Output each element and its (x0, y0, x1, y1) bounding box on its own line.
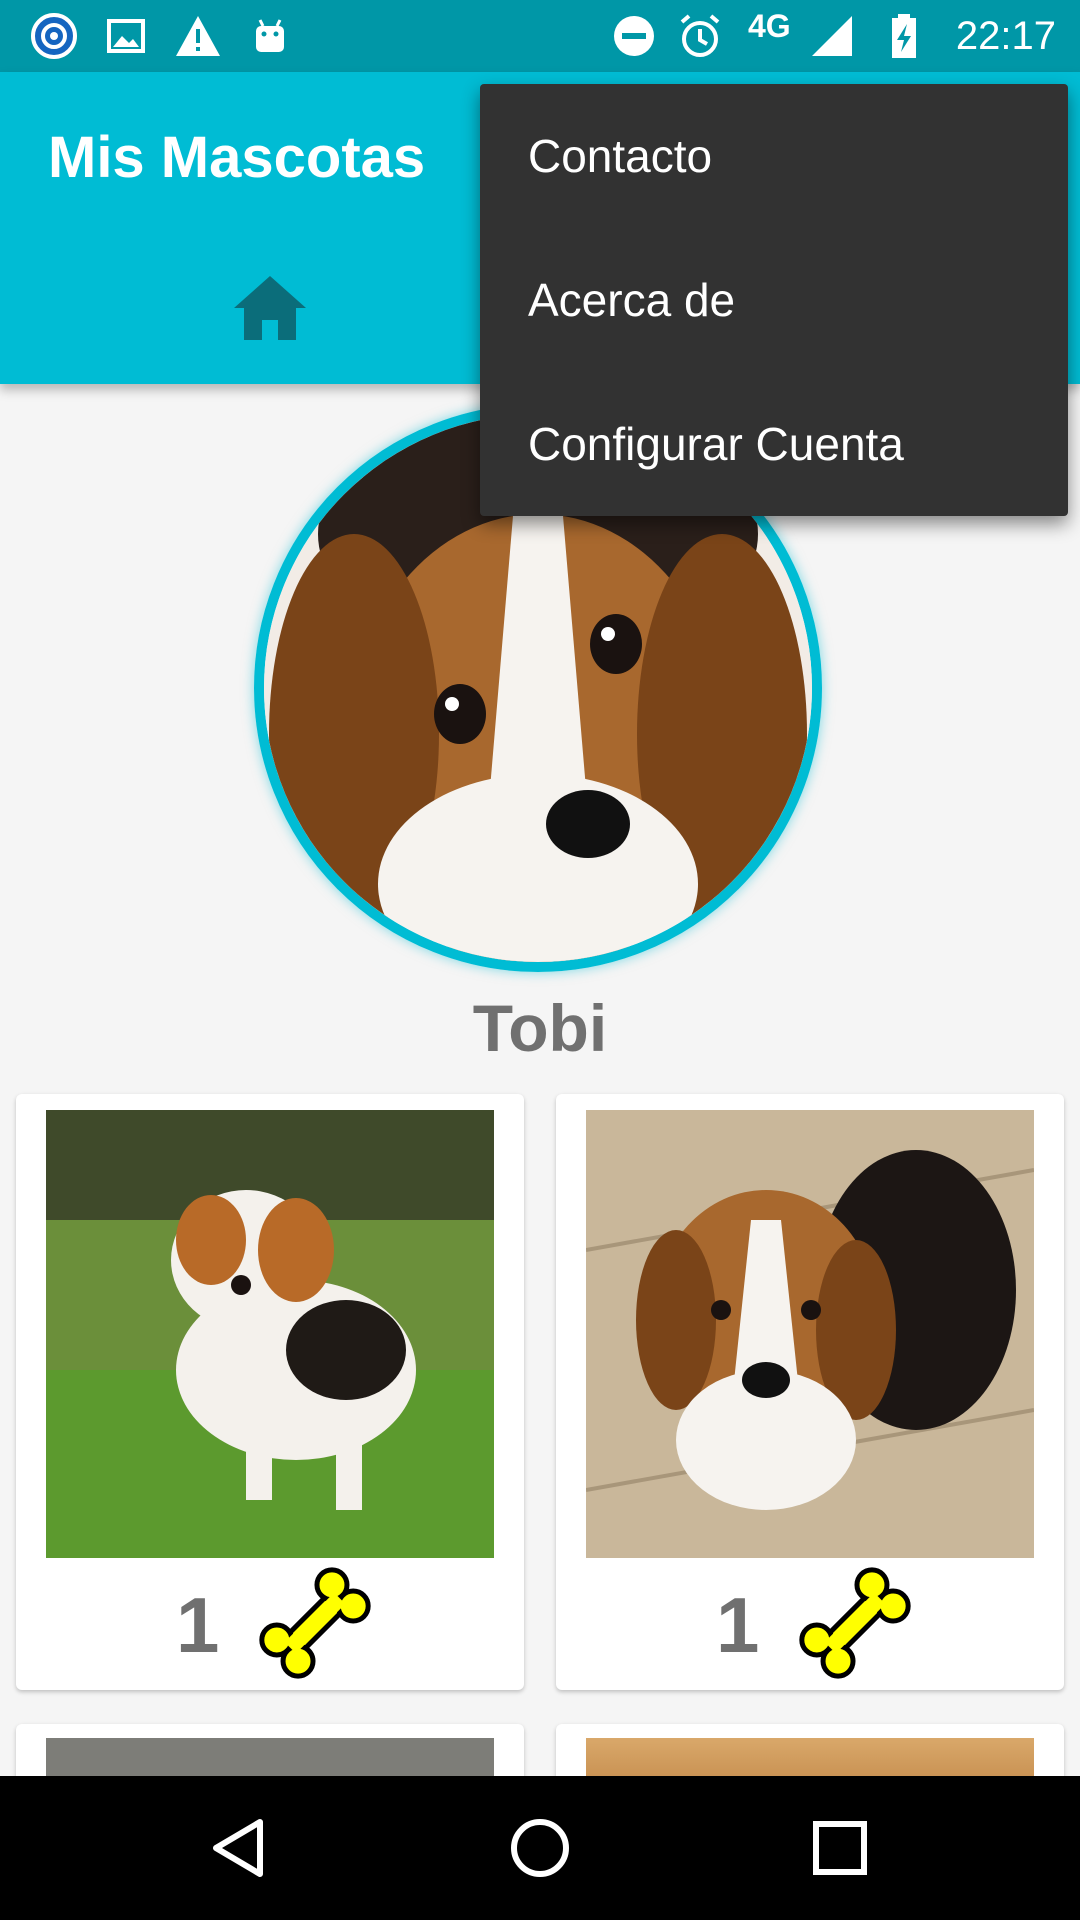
home-icon[interactable] (232, 274, 308, 342)
menu-item-acerca-de[interactable]: Acerca de (480, 228, 1068, 372)
android-icon (256, 19, 284, 52)
clock: 22:17 (955, 14, 1056, 58)
pet-photo (586, 1110, 1034, 1558)
app-title: Mis Mascotas (48, 125, 426, 190)
bone-icon[interactable] (252, 1560, 378, 1686)
signal-icon (812, 16, 852, 56)
network-type: 4G (748, 8, 791, 44)
do-not-disturb-icon (614, 16, 654, 56)
warning-icon (176, 16, 220, 56)
app-notification-icon (31, 13, 77, 59)
like-count: 1 (716, 1581, 760, 1669)
recents-icon[interactable] (804, 1812, 876, 1884)
menu-item-configurar-cuenta[interactable]: Configurar Cuenta (480, 372, 1068, 516)
photo-card[interactable]: 1 (16, 1094, 524, 1690)
menu-item-contacto[interactable]: Contacto (480, 84, 1068, 228)
battery-charging-icon (892, 14, 916, 58)
photo-card[interactable]: 1 (556, 1094, 1064, 1690)
overflow-menu: Contacto Acerca de Configurar Cuenta (480, 84, 1068, 516)
bone-icon[interactable] (792, 1560, 918, 1686)
image-icon (107, 19, 145, 53)
back-icon[interactable] (204, 1812, 276, 1884)
pet-name: Tobi (472, 991, 608, 1065)
alarm-icon (680, 14, 720, 57)
pet-photo (46, 1110, 494, 1558)
like-count: 1 (176, 1581, 220, 1669)
status-bar: 4G 22:17 (0, 0, 1080, 72)
navigation-bar (0, 1776, 1080, 1920)
home-circle-icon[interactable] (504, 1812, 576, 1884)
